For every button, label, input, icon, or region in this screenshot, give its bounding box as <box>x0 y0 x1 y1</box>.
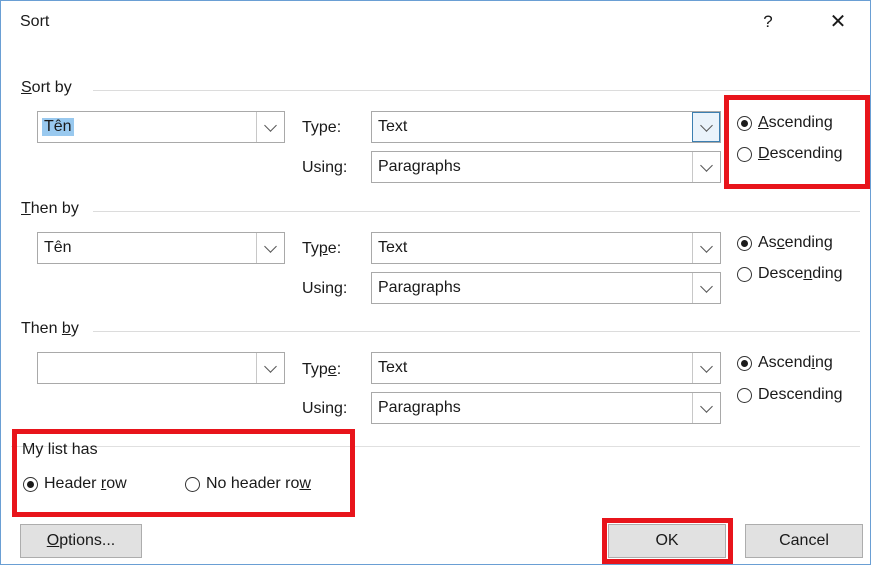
then-by-1-type-select[interactable]: Text <box>371 232 721 264</box>
options-button-label: Options... <box>46 532 116 549</box>
close-button[interactable]: ✕ <box>821 9 855 35</box>
sort-by-field-value: Tên <box>42 118 74 136</box>
sort-order-highlight-box <box>724 95 870 189</box>
sort-by-descending-label: Descending <box>758 145 843 162</box>
sort-by-type-select[interactable]: Text <box>371 111 721 143</box>
no-header-row-radio[interactable]: No header row <box>185 475 311 493</box>
then-by-2-using-label: Using: <box>302 400 348 417</box>
then-by-1-ascending-label: Ascending <box>758 234 833 251</box>
then-by-2-type-label: Type: <box>302 361 342 378</box>
sort-by-rule <box>93 90 860 91</box>
then-by-1-field-select[interactable]: Tên <box>37 232 285 264</box>
sort-by-ascending-radio[interactable]: Ascending <box>737 114 833 132</box>
then-by-2-ascending-label: Ascending <box>758 354 833 371</box>
then-by-2-type-value: Text <box>378 359 408 376</box>
chevron-down-icon[interactable] <box>692 353 720 383</box>
ok-button[interactable]: OK <box>608 524 726 558</box>
sort-by-type-label: Type: <box>302 119 342 136</box>
sort-by-descending-radio[interactable]: Descending <box>737 145 843 163</box>
radio-empty-icon <box>737 146 752 162</box>
my-list-has-label: My list has <box>22 441 98 458</box>
chevron-down-icon[interactable] <box>256 233 284 263</box>
then-by-1-using-label: Using: <box>302 280 348 297</box>
sort-by-ascending-label: Ascending <box>758 114 833 131</box>
section-divider <box>11 446 860 447</box>
sort-by-label: Sort by <box>21 79 72 96</box>
sort-dialog: Sort ? ✕ Sort by Tên Type: Text Using: P… <box>0 0 871 565</box>
radio-selected-icon <box>737 235 752 251</box>
then-by-1-type-value: Text <box>378 239 408 256</box>
chevron-down-icon[interactable] <box>256 353 284 383</box>
no-header-row-label: No header row <box>206 475 311 492</box>
sort-by-using-value: Paragraphs <box>378 158 461 175</box>
then-by-2-descending-radio[interactable]: Descending <box>737 386 843 404</box>
radio-selected-icon <box>23 476 38 492</box>
then-by-1-using-select[interactable]: Paragraphs <box>371 272 721 304</box>
then-by-2-rule <box>93 331 860 332</box>
radio-selected-icon <box>737 355 752 371</box>
then-by-1-rule <box>93 211 860 212</box>
then-by-1-descending-label: Descending <box>758 265 843 282</box>
sort-by-using-label: Using: <box>302 159 348 176</box>
then-by-2-using-value: Paragraphs <box>378 399 461 416</box>
chevron-down-icon[interactable] <box>692 233 720 263</box>
then-by-1-using-value: Paragraphs <box>378 279 461 296</box>
then-by-1-descending-radio[interactable]: Descending <box>737 265 843 283</box>
cancel-button-label: Cancel <box>779 532 829 549</box>
then-by-2-using-select[interactable]: Paragraphs <box>371 392 721 424</box>
dialog-title: Sort <box>20 13 50 30</box>
sort-by-type-value: Text <box>378 118 408 135</box>
then-by-1-type-label: Type: <box>302 240 342 257</box>
then-by-2-label: Then by <box>21 320 79 337</box>
options-button[interactable]: Options... <box>20 524 142 558</box>
help-button[interactable]: ? <box>754 9 782 35</box>
sort-by-using-select[interactable]: Paragraphs <box>371 151 721 183</box>
ok-button-label: OK <box>655 532 679 549</box>
chevron-down-icon[interactable] <box>692 393 720 423</box>
radio-empty-icon <box>185 476 200 492</box>
title-bar: Sort ? ✕ <box>1 1 870 41</box>
then-by-1-field-value: Tên <box>44 239 72 256</box>
chevron-down-icon[interactable] <box>692 273 720 303</box>
chevron-down-icon[interactable] <box>692 112 720 142</box>
radio-empty-icon <box>737 387 752 403</box>
header-row-label: Header row <box>44 475 127 492</box>
then-by-2-type-select[interactable]: Text <box>371 352 721 384</box>
radio-selected-icon <box>737 115 752 131</box>
chevron-down-icon[interactable] <box>256 112 284 142</box>
then-by-2-descending-label: Descending <box>758 386 843 403</box>
then-by-1-ascending-radio[interactable]: Ascending <box>737 234 833 252</box>
cancel-button[interactable]: Cancel <box>745 524 863 558</box>
header-row-radio[interactable]: Header row <box>23 475 127 493</box>
then-by-1-label: Then by <box>21 200 79 217</box>
then-by-2-ascending-radio[interactable]: Ascending <box>737 354 833 372</box>
sort-by-field-select[interactable]: Tên <box>37 111 285 143</box>
radio-empty-icon <box>737 266 752 282</box>
then-by-2-field-select[interactable] <box>37 352 285 384</box>
chevron-down-icon[interactable] <box>692 152 720 182</box>
